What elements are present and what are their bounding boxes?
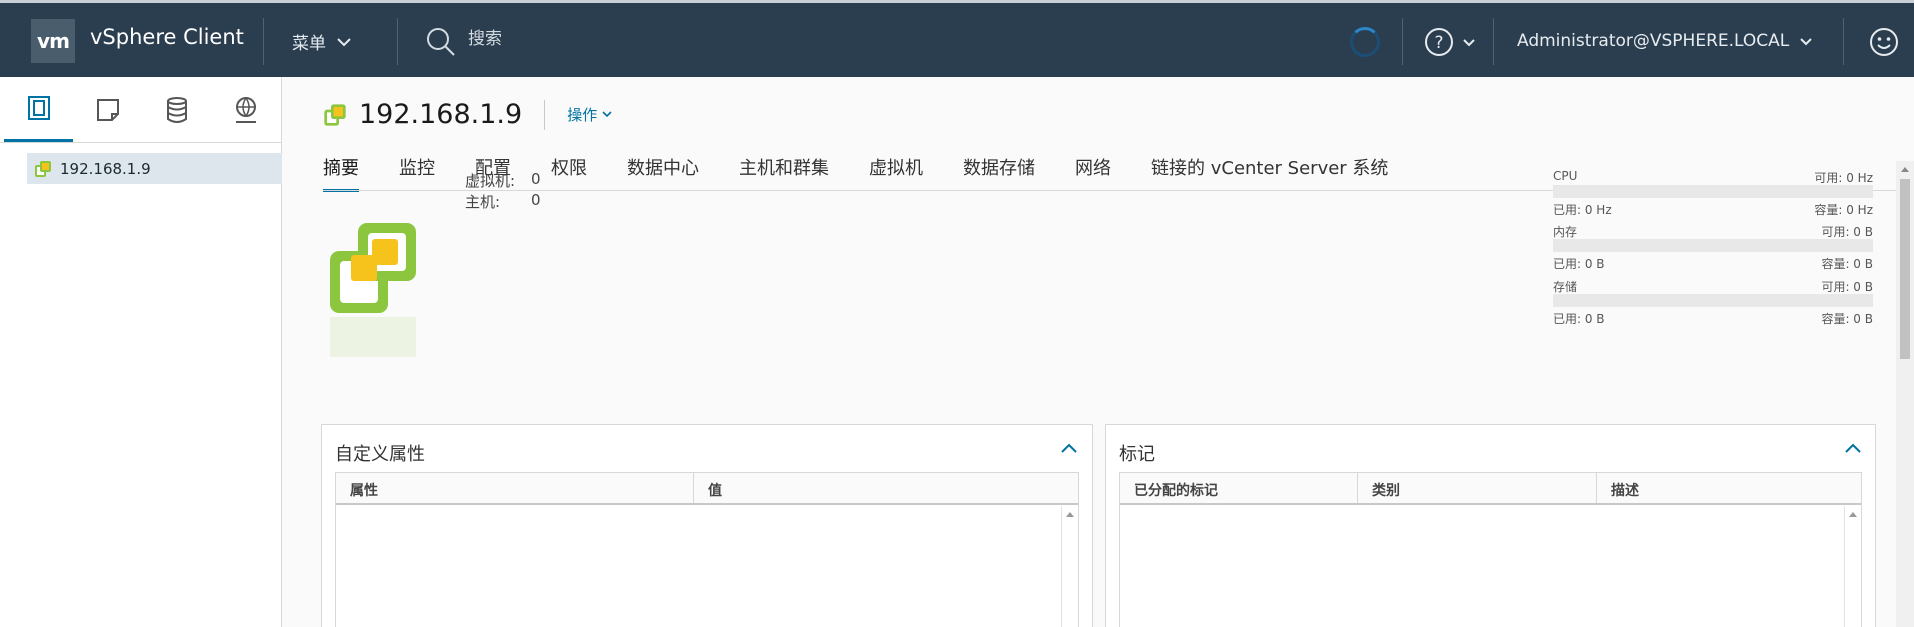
resource-used: 已用: 0 Hz: [1553, 203, 1612, 217]
usage-bar: [1553, 185, 1873, 198]
tab-hosts-clusters[interactable]: [4, 77, 74, 142]
smiley-icon[interactable]: [1869, 27, 1899, 57]
vm-count: 0: [531, 170, 541, 188]
title-divider: [544, 99, 546, 130]
column-header[interactable]: 值: [694, 473, 1078, 503]
tab-networks[interactable]: 网络: [1075, 154, 1111, 192]
app-title: vSphere Client: [90, 25, 244, 49]
svg-text:?: ?: [1434, 33, 1443, 53]
scrollbar[interactable]: [1844, 506, 1861, 627]
menu-label: 菜单: [292, 34, 326, 54]
header-divider: [1843, 18, 1844, 65]
tab-monitor[interactable]: 监控: [399, 154, 435, 192]
resource-used: 已用: 0 B: [1553, 257, 1605, 271]
resource-name: 内存: [1553, 225, 1578, 239]
user-name: Administrator@VSPHERE.LOCAL: [1517, 31, 1790, 51]
tab-networking[interactable]: [212, 77, 281, 142]
help-menu-button[interactable]: ?: [1424, 27, 1476, 57]
help-icon: ?: [1425, 28, 1453, 56]
usage-bar: [1553, 294, 1873, 307]
resource-used: 已用: 0 B: [1553, 312, 1605, 326]
main-content: 192.168.1.9 操作 摘要 监控 配置 权限 数据中心 主机和群集 虚拟…: [283, 77, 1914, 627]
tab-hosts-clusters[interactable]: 主机和群集: [739, 154, 829, 192]
cpu-resource: CPU 可用: 0 Hz 已用: 0 Hz 容量: 0 Hz: [1553, 169, 1873, 229]
scroll-up-icon[interactable]: [1896, 162, 1914, 176]
navigator-sidebar: 192.168.1.9: [0, 77, 282, 627]
tab-datacenters[interactable]: 数据中心: [627, 154, 699, 192]
hosts-clusters-icon: [27, 96, 50, 120]
scrollbar[interactable]: [1061, 506, 1078, 627]
chevron-down-icon: [337, 37, 351, 46]
actions-label: 操作: [567, 106, 598, 124]
column-header[interactable]: 属性: [336, 473, 694, 503]
vms-templates-icon: [96, 98, 119, 121]
header-divider: [1493, 18, 1494, 65]
object-header: 192.168.1.9 操作: [323, 99, 612, 130]
resource-free: 可用: 0 B: [1821, 280, 1873, 294]
tab-datastores[interactable]: 数据存储: [963, 154, 1035, 192]
resource-capacity: 容量: 0 Hz: [1814, 203, 1873, 217]
vcenter-icon: [35, 160, 51, 177]
resource-name: CPU: [1553, 169, 1578, 183]
column-header[interactable]: 描述: [1597, 473, 1861, 503]
column-header[interactable]: 类别: [1358, 473, 1597, 503]
scroll-thumb[interactable]: [1900, 179, 1910, 359]
tab-vms-templates[interactable]: [73, 77, 142, 142]
tree-item-vcenter[interactable]: 192.168.1.9: [27, 153, 282, 184]
attributes-grid: 属性 值: [335, 472, 1079, 627]
search-input[interactable]: [468, 29, 868, 49]
chevron-down-icon: [1800, 37, 1812, 45]
loading-spinner-icon: [1350, 27, 1380, 57]
resource-free: 可用: 0 Hz: [1814, 171, 1873, 185]
top-header: vm vSphere Client 菜单 ? Administrator@VSP…: [0, 0, 1914, 77]
host-count: 0: [531, 191, 541, 209]
vm-logo: vm: [31, 19, 75, 63]
header-divider: [397, 18, 398, 65]
resource-name: 存储: [1553, 280, 1578, 294]
actions-menu-button[interactable]: 操作: [567, 104, 612, 125]
scroll-up-icon[interactable]: [1062, 507, 1078, 521]
tree-item-label: 192.168.1.9: [60, 159, 151, 178]
chevron-down-icon: [602, 111, 612, 118]
tab-storage[interactable]: [143, 77, 212, 142]
resource-capacity: 容量: 0 B: [1821, 257, 1873, 271]
navigator-tabs: [0, 77, 281, 143]
tab-summary[interactable]: 摘要: [323, 154, 359, 192]
header-divider: [263, 18, 264, 65]
vcenter-icon: [324, 103, 346, 126]
grid-header: 属性 值: [336, 473, 1078, 505]
custom-attributes-panel: 自定义属性 属性 值: [321, 424, 1093, 627]
resource-free: 可用: 0 B: [1821, 225, 1873, 239]
vm-count-label: 虚拟机:: [465, 172, 516, 190]
storage-icon: [167, 96, 188, 123]
page-title: 192.168.1.9: [359, 99, 523, 130]
panel-title: 自定义属性: [335, 444, 425, 465]
header-divider: [1402, 18, 1403, 65]
search-icon[interactable]: [426, 27, 456, 57]
main-scrollbar[interactable]: [1896, 161, 1914, 627]
networking-icon: [236, 96, 257, 123]
panel-title: 标记: [1119, 444, 1155, 465]
chevron-down-icon: [1463, 38, 1475, 46]
host-count-label: 主机:: [465, 193, 501, 211]
tab-linked-vcenter[interactable]: 链接的 vCenter Server 系统: [1151, 154, 1388, 192]
resource-capacity: 容量: 0 B: [1821, 312, 1873, 326]
memory-resource: 内存 可用: 0 B 已用: 0 B 容量: 0 B: [1553, 223, 1873, 283]
chevron-up-icon[interactable]: [1060, 442, 1078, 454]
vcenter-large-icon: [330, 223, 416, 357]
grid-header: 已分配的标记 类别 描述: [1120, 473, 1861, 505]
tab-vms[interactable]: 虚拟机: [869, 154, 923, 192]
column-header[interactable]: 已分配的标记: [1120, 473, 1358, 503]
chevron-up-icon[interactable]: [1844, 442, 1862, 454]
tags-grid: 已分配的标记 类别 描述: [1119, 472, 1862, 627]
user-menu-button[interactable]: Administrator@VSPHERE.LOCAL: [1517, 31, 1813, 51]
tags-panel: 标记 已分配的标记 类别 描述: [1105, 424, 1876, 627]
menu-button[interactable]: 菜单: [292, 29, 352, 54]
scroll-up-icon[interactable]: [1845, 507, 1861, 521]
tab-permissions[interactable]: 权限: [551, 154, 587, 192]
usage-bar: [1553, 239, 1873, 252]
storage-resource: 存储 可用: 0 B 已用: 0 B 容量: 0 B: [1553, 278, 1873, 338]
